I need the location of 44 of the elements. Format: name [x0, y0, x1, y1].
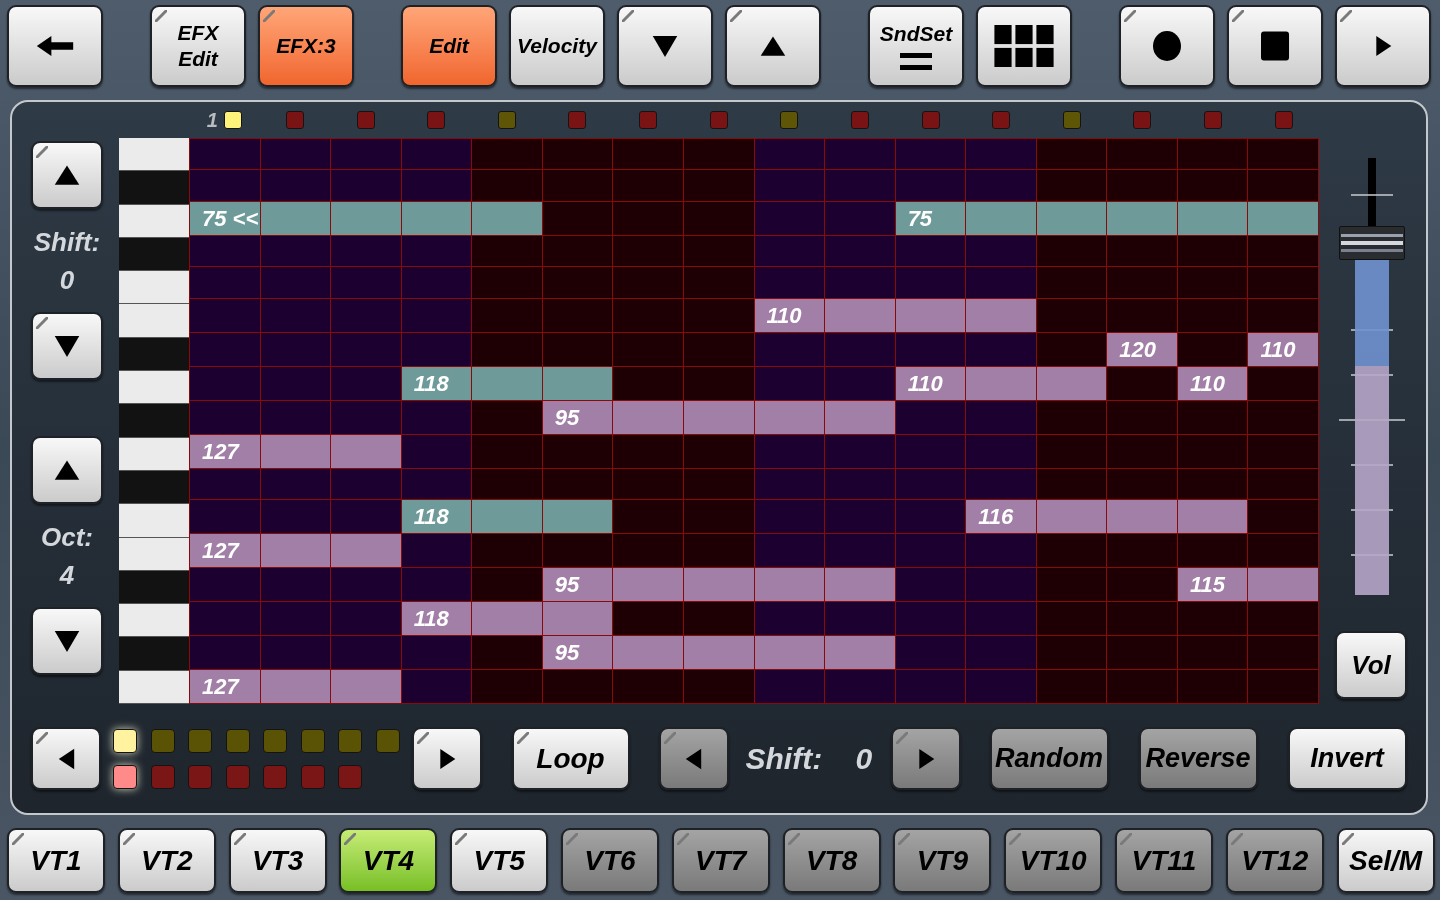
- note-cell[interactable]: 118: [401, 602, 472, 635]
- track-tab[interactable]: VT6: [561, 828, 659, 893]
- note-cell[interactable]: 127: [190, 434, 260, 468]
- toolbar-button[interactable]: Velocity: [509, 5, 605, 87]
- note-cell[interactable]: 120: [1107, 332, 1177, 366]
- toolbar-button[interactable]: Edit: [401, 5, 497, 87]
- control-label: Shift:: [33, 228, 101, 255]
- note-cell[interactable]: 110: [895, 366, 966, 400]
- toolbar-button[interactable]: EFX Edit: [150, 5, 246, 87]
- track-tab[interactable]: Sel/M: [1336, 828, 1435, 893]
- track-tab[interactable]: VT10: [1004, 828, 1103, 893]
- track-tab[interactable]: VT5: [450, 828, 549, 893]
- control-label: Oct:: [41, 523, 93, 550]
- track-tab[interactable]: VT3: [228, 828, 327, 893]
- track-tab[interactable]: VT11: [1114, 828, 1213, 893]
- note-cell[interactable]: 110: [754, 298, 825, 332]
- track-tab[interactable]: VT9: [893, 828, 992, 893]
- sound-set-button[interactable]: SndSet: [868, 5, 964, 87]
- note-cell[interactable]: 115: [1177, 568, 1248, 601]
- note-cell[interactable]: 127: [190, 534, 260, 567]
- note-cell[interactable]: 127: [190, 670, 260, 703]
- note-cell[interactable]: 110: [1248, 332, 1318, 366]
- track-tab[interactable]: VT2: [117, 828, 216, 893]
- note-cell[interactable]: 116: [966, 500, 1036, 533]
- shift-value: 0: [855, 743, 874, 774]
- action-button[interactable]: Reverse: [1138, 727, 1258, 790]
- note-cell[interactable]: 95: [542, 400, 613, 434]
- volume-button[interactable]: Vol: [1335, 631, 1407, 699]
- track-tab[interactable]: VT7: [671, 828, 770, 893]
- track-tab[interactable]: VT1: [7, 828, 105, 893]
- toolbar-button[interactable]: EFX:3: [258, 5, 354, 87]
- note-cell[interactable]: 95: [542, 636, 613, 669]
- control-value: 0: [59, 266, 75, 293]
- track-tab[interactable]: VT12: [1225, 828, 1324, 893]
- track-tab[interactable]: VT4: [339, 828, 438, 893]
- action-button[interactable]: Invert: [1287, 727, 1407, 790]
- track-tab[interactable]: VT8: [782, 828, 881, 893]
- control-value: 4: [59, 561, 75, 588]
- shift-label: Shift:: [745, 743, 824, 774]
- note-cell[interactable]: 110: [1177, 366, 1248, 400]
- step-number: 1: [206, 108, 218, 133]
- note-cell[interactable]: 95: [542, 568, 613, 601]
- loop-button[interactable]: Loop: [511, 727, 630, 790]
- action-button[interactable]: Random: [989, 727, 1109, 790]
